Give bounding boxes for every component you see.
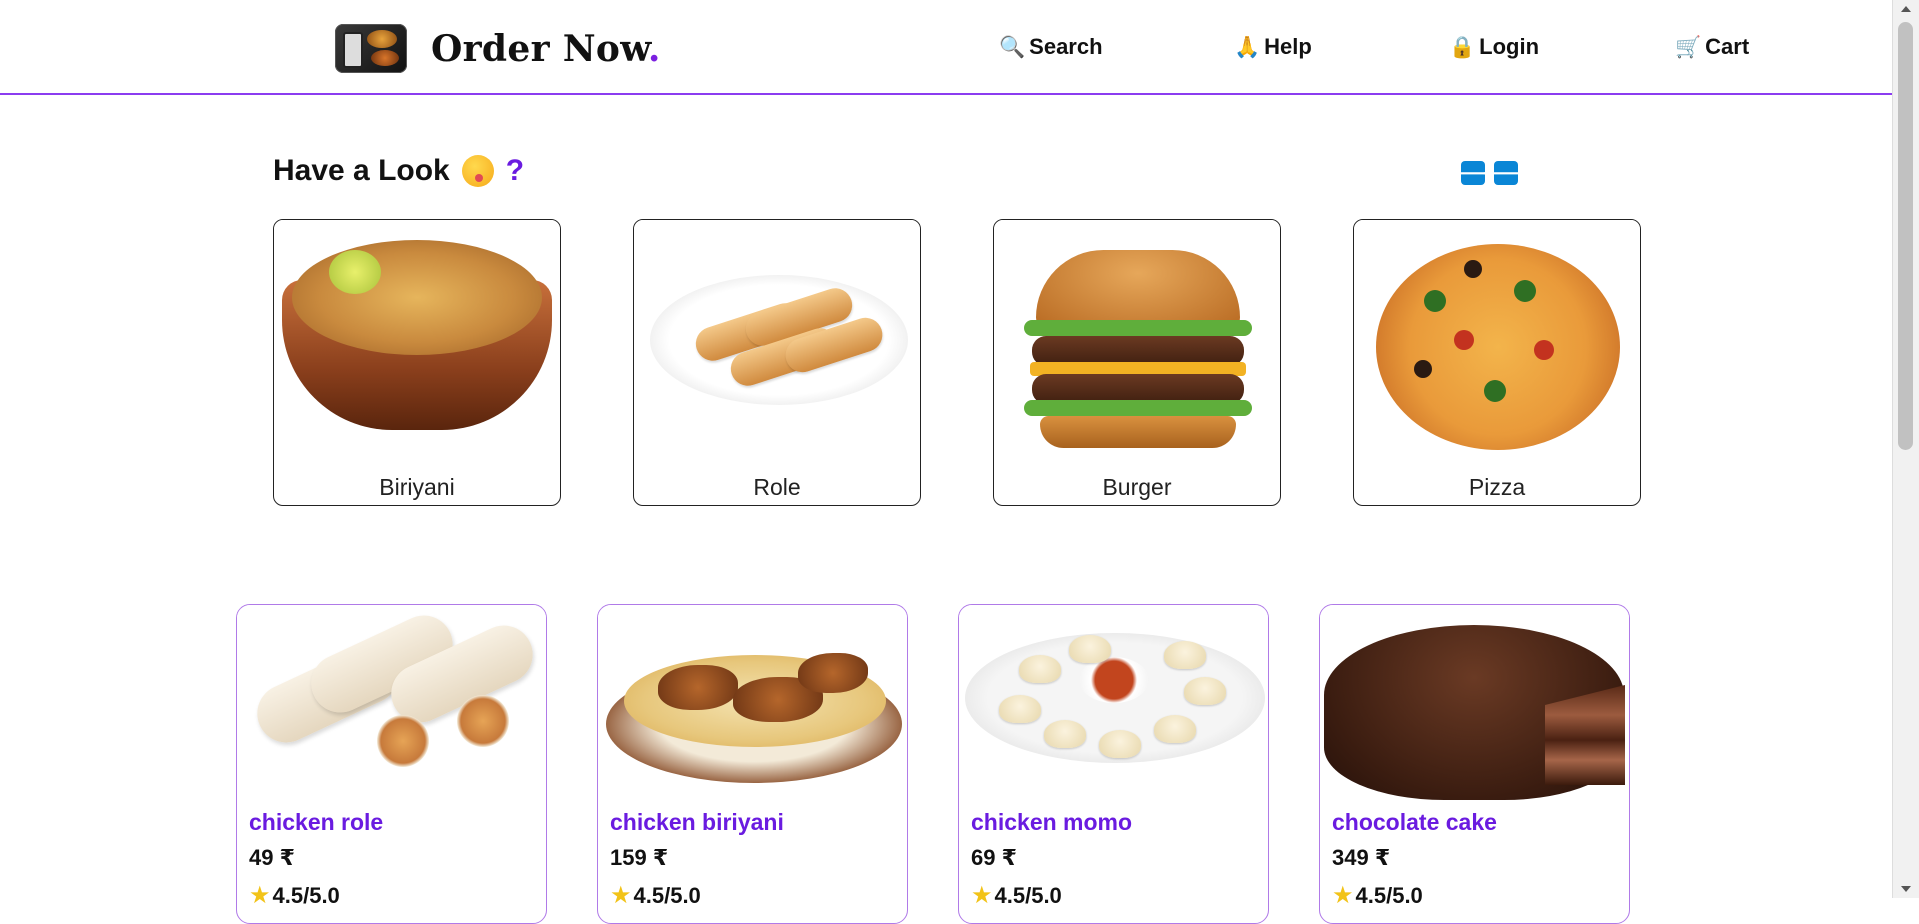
product-price: 159 ₹ <box>610 845 669 870</box>
chicken-biriyani-image <box>598 605 907 805</box>
brand-text: Order Now <box>431 28 648 70</box>
olive-graphic <box>1414 360 1432 378</box>
bun-bottom-graphic <box>1040 416 1236 448</box>
product-card[interactable]: chocolate cake 349 ₹ ★ 4.5/5.0 <box>1319 604 1630 924</box>
product-rating: ★ 4.5/5.0 <box>1332 881 1423 910</box>
wrap-filling-graphic <box>377 715 429 767</box>
nav-help-label: Help <box>1264 34 1312 59</box>
logo[interactable] <box>335 24 407 73</box>
brand-dot: . <box>647 28 661 70</box>
momo-graphic <box>1099 730 1141 758</box>
product-name[interactable]: chicken role <box>249 809 383 836</box>
basil-graphic <box>1514 280 1536 302</box>
basil-graphic <box>1424 290 1446 312</box>
pizza-image <box>1354 220 1640 460</box>
product-card[interactable]: chicken momo 69 ₹ ★ 4.5/5.0 <box>958 604 1269 924</box>
dip-bowl-graphic <box>1079 657 1149 703</box>
basil-graphic <box>1484 380 1506 402</box>
momo-graphic <box>1154 715 1196 743</box>
product-rating: ★ 4.5/5.0 <box>610 881 701 910</box>
scroll-up-icon[interactable] <box>1901 6 1911 12</box>
olive-graphic <box>1464 260 1482 278</box>
product-name[interactable]: chicken momo <box>971 809 1132 836</box>
carousel-next-button[interactable]: 🡒 <box>1482 161 1530 185</box>
question-mark: ? <box>505 154 525 187</box>
section-title: Have a Look ? <box>273 154 524 188</box>
rating-value: 4.5/5.0 <box>1355 882 1423 908</box>
category-card-burger[interactable]: Burger <box>993 219 1281 506</box>
nav-search[interactable]: 🔍 Search <box>999 34 1103 60</box>
category-label: Role <box>753 474 801 500</box>
momo-graphic <box>1019 655 1061 683</box>
lettuce-graphic <box>1024 400 1252 416</box>
nav-cart-label: Cart <box>1705 34 1750 59</box>
momo-graphic <box>1164 641 1206 669</box>
burger-image <box>994 220 1280 460</box>
page-scrollbar[interactable] <box>1892 0 1919 898</box>
chicken-leg-graphic <box>658 665 738 710</box>
yum-face-icon <box>461 155 494 187</box>
scrollbar-thumb[interactable] <box>1898 22 1913 450</box>
scroll-down-icon[interactable] <box>1901 886 1911 892</box>
logo-food-graphic <box>367 30 397 48</box>
product-name[interactable]: chocolate cake <box>1332 809 1497 836</box>
search-icon: 🔍 <box>999 35 1026 59</box>
product-price: 349 ₹ <box>1332 845 1391 870</box>
wrap-filling-graphic <box>457 695 509 747</box>
momo-graphic <box>1184 677 1226 705</box>
site-header: Order Now. 🔍 Search 🙏 Help 🔒 Login 🛒 Car… <box>0 0 1893 95</box>
product-price: 49 ₹ <box>249 845 295 870</box>
product-name[interactable]: chicken biriyani <box>610 809 784 836</box>
rating-value: 4.5/5.0 <box>633 882 701 908</box>
logo-phone-graphic <box>343 32 363 68</box>
rating-value: 4.5/5.0 <box>272 882 340 908</box>
nav-cart[interactable]: 🛒 Cart <box>1675 34 1749 60</box>
lock-icon: 🔒 <box>1449 35 1476 59</box>
nav-help[interactable]: 🙏 Help <box>1234 34 1312 60</box>
star-icon: ★ <box>1332 882 1354 909</box>
nav-login[interactable]: 🔒 Login <box>1449 34 1539 60</box>
category-card-role[interactable]: Role <box>633 219 921 506</box>
category-label: Biriyani <box>379 474 455 500</box>
rice-graphic <box>292 240 542 355</box>
logo-food-graphic <box>371 50 399 66</box>
momo-graphic <box>999 695 1041 723</box>
category-label: Burger <box>1102 474 1172 500</box>
momo-graphic <box>1069 635 1111 663</box>
section-title-text: Have a Look <box>273 154 450 187</box>
brand-title[interactable]: Order Now. <box>431 28 661 70</box>
lettuce-graphic <box>1024 320 1252 336</box>
nav-search-label: Search <box>1029 34 1103 59</box>
chicken-momo-image <box>959 605 1268 805</box>
cart-icon: 🛒 <box>1675 35 1702 59</box>
chicken-role-image <box>237 605 546 805</box>
tomato-graphic <box>1454 330 1474 350</box>
category-card-biriyani[interactable]: Biriyani <box>273 219 561 506</box>
chocolate-cake-image <box>1320 605 1629 805</box>
star-icon: ★ <box>971 882 993 909</box>
product-price: 69 ₹ <box>971 845 1017 870</box>
pizza-graphic <box>1376 244 1620 450</box>
lime-graphic <box>329 250 381 294</box>
role-image <box>634 220 920 460</box>
product-card[interactable]: chicken biriyani 159 ₹ ★ 4.5/5.0 <box>597 604 908 924</box>
product-rating: ★ 4.5/5.0 <box>249 881 340 910</box>
tomato-graphic <box>1534 340 1554 360</box>
biriyani-image <box>274 220 560 460</box>
category-label: Pizza <box>1468 474 1526 500</box>
product-rating: ★ 4.5/5.0 <box>971 881 1062 910</box>
star-icon: ★ <box>249 882 271 909</box>
rating-value: 4.5/5.0 <box>994 882 1062 908</box>
nav-login-label: Login <box>1479 34 1540 59</box>
product-card[interactable]: chicken role 49 ₹ ★ 4.5/5.0 <box>236 604 547 924</box>
category-card-pizza[interactable]: Pizza <box>1353 219 1641 506</box>
momo-graphic <box>1044 720 1086 748</box>
arrow-right-icon: 🡒 <box>1481 163 1531 183</box>
star-icon: ★ <box>610 882 632 909</box>
bun-top-graphic <box>1036 250 1240 328</box>
chicken-leg-graphic <box>798 653 868 693</box>
help-icon: 🙏 <box>1234 35 1261 59</box>
